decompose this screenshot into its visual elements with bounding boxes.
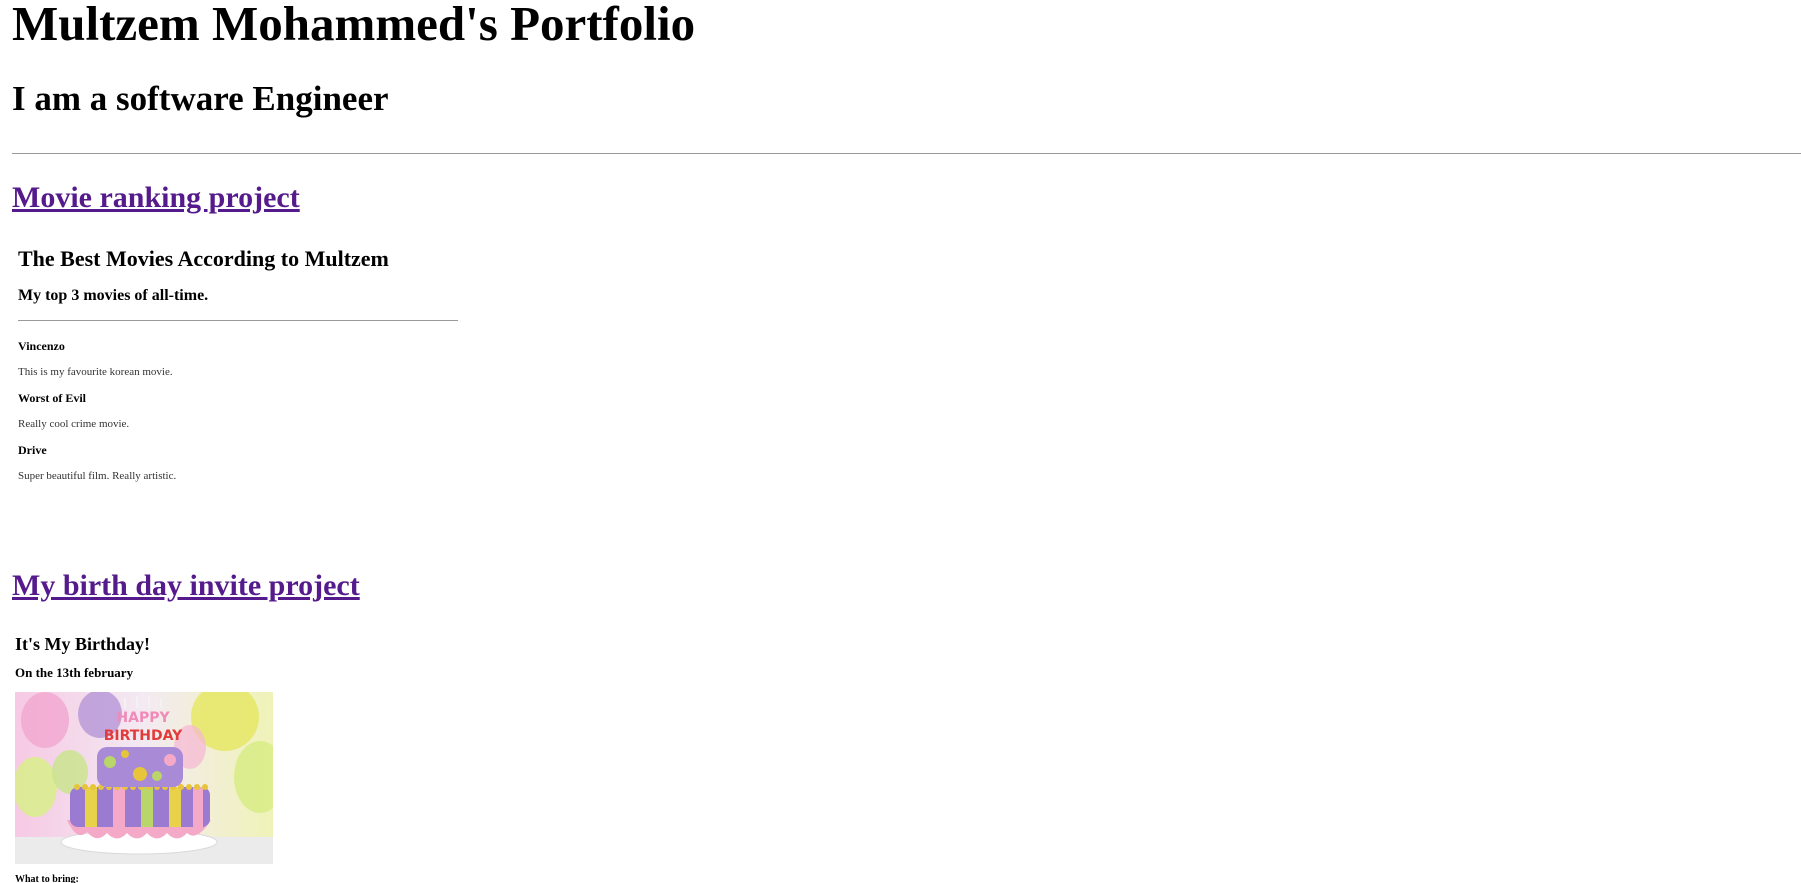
movie-page-divider <box>18 320 458 321</box>
birthday-project-link[interactable]: My birth day invite project <box>12 569 360 604</box>
cake-topper-line-1: HAPPY <box>116 710 170 726</box>
what-to-bring-heading: What to bring: <box>15 874 79 883</box>
cake-topper-line-2: BIRTHDAY <box>104 728 183 744</box>
section-divider <box>12 153 1801 154</box>
movie-page-title: The Best Movies According to Multzem <box>18 246 389 271</box>
movie-description: Super beautiful film. Really artistic. <box>18 470 177 482</box>
page-title: Multzem Mohammed's Portfolio <box>12 0 696 51</box>
birthday-page-title: It's My Birthday! <box>15 634 150 654</box>
birthday-project-preview: It's My Birthday! On the 13th february H… <box>12 620 312 883</box>
page-subtitle: I am a software Engineer <box>12 79 389 118</box>
movie-project-link[interactable]: Movie ranking project <box>12 181 300 216</box>
movie-title: Worst of Evil <box>18 391 86 405</box>
birthday-cake-image: HAPPY BIRTHDAY <box>15 692 273 864</box>
movie-description: Really cool crime movie. <box>18 418 130 430</box>
movie-project-preview: The Best Movies According to Multzem My … <box>12 238 462 498</box>
movie-title: Drive <box>18 443 47 457</box>
movie-description: This is my favourite korean movie. <box>18 366 173 378</box>
movie-page-subtitle: My top 3 movies of all-time. <box>18 287 209 304</box>
birthday-date: On the 13th february <box>15 665 134 680</box>
movie-title: Vincenzo <box>18 339 65 353</box>
